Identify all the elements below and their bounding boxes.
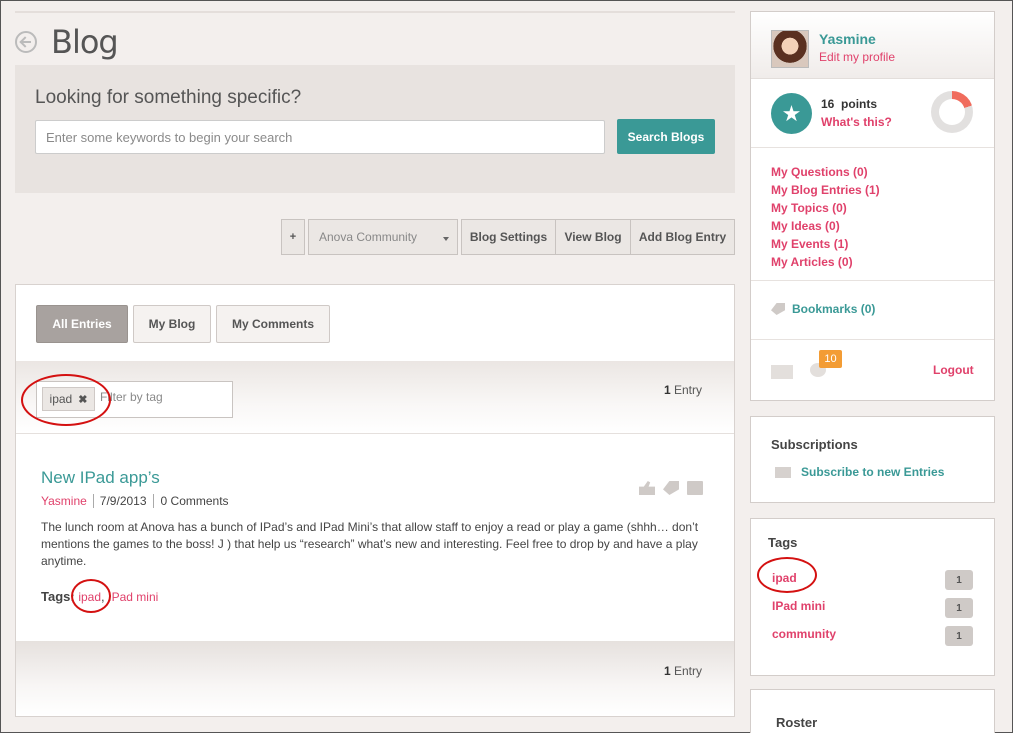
star-icon: ★: [771, 93, 812, 134]
my-topics-link[interactable]: My Topics (0): [771, 199, 880, 217]
entry-count-label: Entry: [670, 664, 702, 678]
subscribe-link[interactable]: Subscribe to new Entries: [801, 465, 944, 479]
my-blog-entries-link[interactable]: My Blog Entries (1): [771, 181, 880, 199]
subscriptions-title: Subscriptions: [771, 437, 858, 452]
blog-settings-button[interactable]: Blog Settings: [461, 219, 556, 255]
tag-count-badge: 1: [945, 626, 973, 646]
divider: [751, 280, 994, 281]
page-title: Blog: [51, 23, 119, 61]
post-tag-link[interactable]: IPad mini: [108, 590, 158, 604]
entry-count-number: 1: [663, 664, 671, 678]
roster-title: Roster: [776, 715, 818, 730]
post-actions: [639, 481, 703, 495]
bookmarks-link[interactable]: Bookmarks (0): [792, 302, 875, 316]
annotation-ellipse: [757, 557, 817, 593]
entry-count: 1 Entry: [664, 383, 702, 397]
post-tags-label: Tags:: [41, 589, 75, 604]
entry-count-label: Entry: [670, 383, 702, 397]
post-meta: Yasmine 7/9/2013 0 Comments: [41, 494, 229, 508]
tab-my-comments[interactable]: My Comments: [216, 305, 330, 343]
search-input[interactable]: [35, 120, 605, 154]
divider: [751, 147, 994, 148]
post-title-link[interactable]: New IPad app’s: [41, 468, 160, 488]
search-heading: Looking for something specific?: [35, 87, 302, 108]
email-icon[interactable]: [687, 481, 703, 495]
back-arrow-icon[interactable]: [15, 31, 37, 53]
divider: [751, 339, 994, 340]
my-articles-link[interactable]: My Articles (0): [771, 253, 880, 271]
edit-profile-link[interactable]: Edit my profile: [819, 50, 895, 64]
annotation-ellipse: [21, 374, 111, 426]
annotation-ellipse: [71, 579, 111, 613]
chevron-down-icon: [443, 237, 449, 241]
view-blog-button[interactable]: View Blog: [556, 219, 631, 255]
top-divider: [15, 11, 735, 13]
points-display: 16 points: [821, 97, 877, 111]
tag-link-ipad-mini[interactable]: IPad mini: [772, 599, 825, 613]
post-date: 7/9/2013: [94, 494, 154, 508]
entry-count-footer: 1 Entry: [664, 664, 702, 678]
tag-count-badge: 1: [945, 598, 973, 618]
search-blogs-button[interactable]: Search Blogs: [617, 119, 715, 154]
my-questions-link[interactable]: My Questions (0): [771, 163, 880, 181]
avatar[interactable]: [771, 30, 809, 68]
whats-this-link[interactable]: What's this?: [821, 115, 892, 129]
logout-link[interactable]: Logout: [933, 363, 974, 377]
subscriptions-card: [750, 416, 995, 503]
tag-link-community[interactable]: community: [772, 627, 836, 641]
tab-my-blog[interactable]: My Blog: [133, 305, 211, 343]
post-comments-link[interactable]: 0 Comments: [154, 494, 229, 508]
community-select[interactable]: Anova Community: [308, 219, 458, 255]
envelope-icon: [775, 467, 791, 478]
entries-footer: [16, 641, 734, 716]
points-progress-ring: [931, 91, 973, 133]
notification-badge[interactable]: 10: [819, 350, 842, 368]
post-body: The lunch room at Anova has a bunch of I…: [41, 520, 699, 568]
like-icon[interactable]: [639, 481, 655, 495]
points-value: 16: [821, 97, 835, 111]
points-label: points: [841, 97, 878, 111]
mail-icon[interactable]: [771, 365, 793, 379]
my-events-link[interactable]: My Events (1): [771, 235, 880, 253]
post-author-link[interactable]: Yasmine: [41, 494, 94, 508]
bookmark-icon[interactable]: [663, 481, 679, 495]
tab-all-entries[interactable]: All Entries: [36, 305, 128, 343]
add-button[interactable]: +: [281, 219, 305, 255]
tags-title: Tags: [768, 535, 798, 550]
entry-count-number: 1: [663, 383, 671, 397]
tag-count-badge: 1: [945, 570, 973, 590]
profile-name-link[interactable]: Yasmine: [819, 31, 876, 47]
my-ideas-link[interactable]: My Ideas (0): [771, 217, 880, 235]
add-blog-entry-button[interactable]: Add Blog Entry: [631, 219, 735, 255]
my-links-list: My Questions (0) My Blog Entries (1) My …: [771, 163, 880, 271]
community-select-value: Anova Community: [319, 230, 418, 244]
